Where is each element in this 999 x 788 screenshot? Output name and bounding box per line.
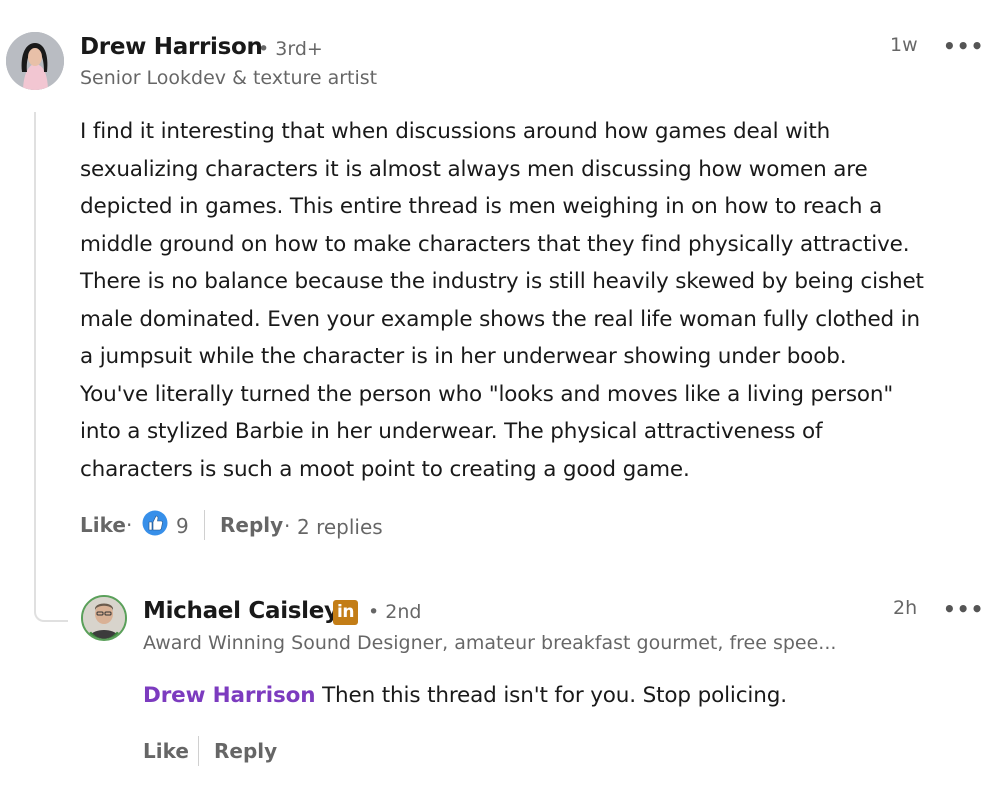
reaction-count[interactable]: 9	[176, 514, 189, 538]
linkedin-badge-icon: in	[333, 600, 358, 625]
like-button[interactable]: Like	[80, 513, 126, 537]
comment-text-line: There is no balance because the industry…	[80, 269, 924, 294]
reply-connection-degree: • 2nd	[368, 601, 422, 623]
reply-timestamp: 2h	[893, 597, 918, 619]
linkedin-badge-text: in	[337, 602, 354, 622]
reply-avatar-photo-icon	[83, 597, 125, 639]
avatar[interactable]	[6, 32, 64, 90]
comment-text-line: male dominated. Even your example shows …	[80, 306, 921, 332]
separator-dot: ·	[126, 513, 133, 537]
comment-text-line: middle ground on how to make characters …	[80, 231, 910, 257]
comment-text-line: a jumpsuit while the character is in her…	[80, 344, 847, 369]
avatar-photo-icon	[6, 32, 64, 90]
connection-degree: • 3rd+	[258, 38, 323, 60]
like-reaction-icon[interactable]	[142, 510, 168, 536]
separator-dot: ·	[284, 514, 291, 538]
comment-text-line: I find it interesting that when discussi…	[80, 119, 831, 144]
comment-text-line: into a stylized Barbie in her underwear.…	[80, 419, 823, 444]
reply-text: Then this thread isn't for you. Stop pol…	[315, 683, 787, 708]
comment-text-line: You've literally turned the person who "…	[80, 381, 894, 407]
reply-action-divider	[198, 736, 199, 766]
comment-author-name[interactable]: Drew Harrison	[80, 34, 263, 60]
comment-timestamp: 1w	[890, 34, 918, 56]
author-headline: Senior Lookdev & texture artist	[80, 67, 378, 89]
reply-author-headline: Award Winning Sound Designer, amateur br…	[143, 632, 837, 654]
more-options-icon[interactable]: •••	[943, 34, 984, 58]
reply-reply-button[interactable]: Reply	[214, 739, 277, 763]
comment-text-line: depicted in games. This entire thread is…	[80, 194, 883, 219]
comment-text-line: sexualizing characters it is almost alwa…	[80, 156, 868, 182]
reply-button[interactable]: Reply	[220, 513, 283, 537]
mention-link[interactable]: Drew Harrison	[143, 683, 316, 708]
comment-text-line: characters is such a moot point to creat…	[80, 456, 690, 482]
reply-avatar[interactable]	[81, 595, 127, 641]
comment-body: I find it interesting that when discussi…	[80, 113, 992, 488]
reply-author-name[interactable]: Michael Caisley	[143, 598, 339, 624]
thread-connector-line	[34, 112, 68, 622]
reply-body: Drew Harrison Then this thread isn't for…	[143, 677, 787, 715]
reply-more-options-icon[interactable]: •••	[943, 597, 984, 621]
replies-count-link[interactable]: 2 replies	[297, 515, 383, 539]
action-divider	[204, 510, 205, 540]
reply-like-button[interactable]: Like	[143, 739, 189, 763]
